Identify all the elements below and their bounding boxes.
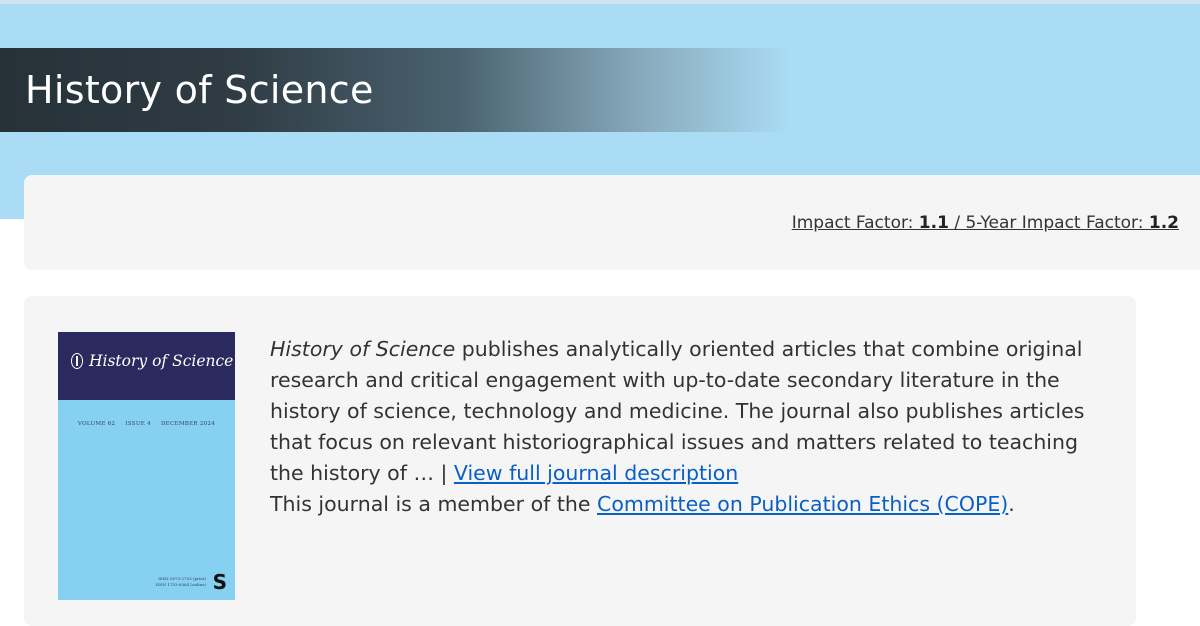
cope-link[interactable]: Committee on Publication Ethics (COPE) xyxy=(597,492,1008,516)
metrics-separator: / xyxy=(948,213,966,233)
cope-prefix: This journal is a member of the xyxy=(270,492,597,516)
cover-header: History of Science xyxy=(58,332,235,400)
cover-issn-online: ISSN 1753-8564 (online) xyxy=(155,582,206,587)
journal-cover[interactable]: History of Science VOLUME 62 ISSUE 4 DECEM… xyxy=(58,332,235,600)
cover-volume: VOLUME 62 xyxy=(77,421,116,427)
description-journal-name: History of Science xyxy=(270,337,456,361)
five-year-impact-factor-label: 5-Year Impact Factor: xyxy=(965,213,1149,233)
cover-issue-info: VOLUME 62 ISSUE 4 DECEMBER 2024 xyxy=(58,421,235,427)
cover-issue: ISSUE 4 xyxy=(125,421,151,427)
cover-title: History of Science xyxy=(89,352,234,370)
publisher-logo: S xyxy=(212,570,227,594)
cover-emblem-icon xyxy=(71,353,83,369)
cover-issn: ISSN 0073-2753 (print) ISSN 1753-8564 (o… xyxy=(156,576,206,588)
impact-factor-label: Impact Factor: xyxy=(791,213,919,233)
five-year-impact-factor-value: 1.2 xyxy=(1148,213,1179,233)
impact-factor-link[interactable]: Impact Factor: 1.1 / 5-Year Impact Facto… xyxy=(792,211,1179,235)
view-full-description-link[interactable]: View full journal description xyxy=(454,461,738,485)
cope-suffix: . xyxy=(1008,492,1015,516)
cover-date: DECEMBER 2024 xyxy=(160,421,216,427)
journal-description: History of Science publishes analyticall… xyxy=(270,334,1108,520)
journal-title: History of Science xyxy=(25,68,374,112)
impact-factor-value: 1.1 xyxy=(918,213,949,233)
